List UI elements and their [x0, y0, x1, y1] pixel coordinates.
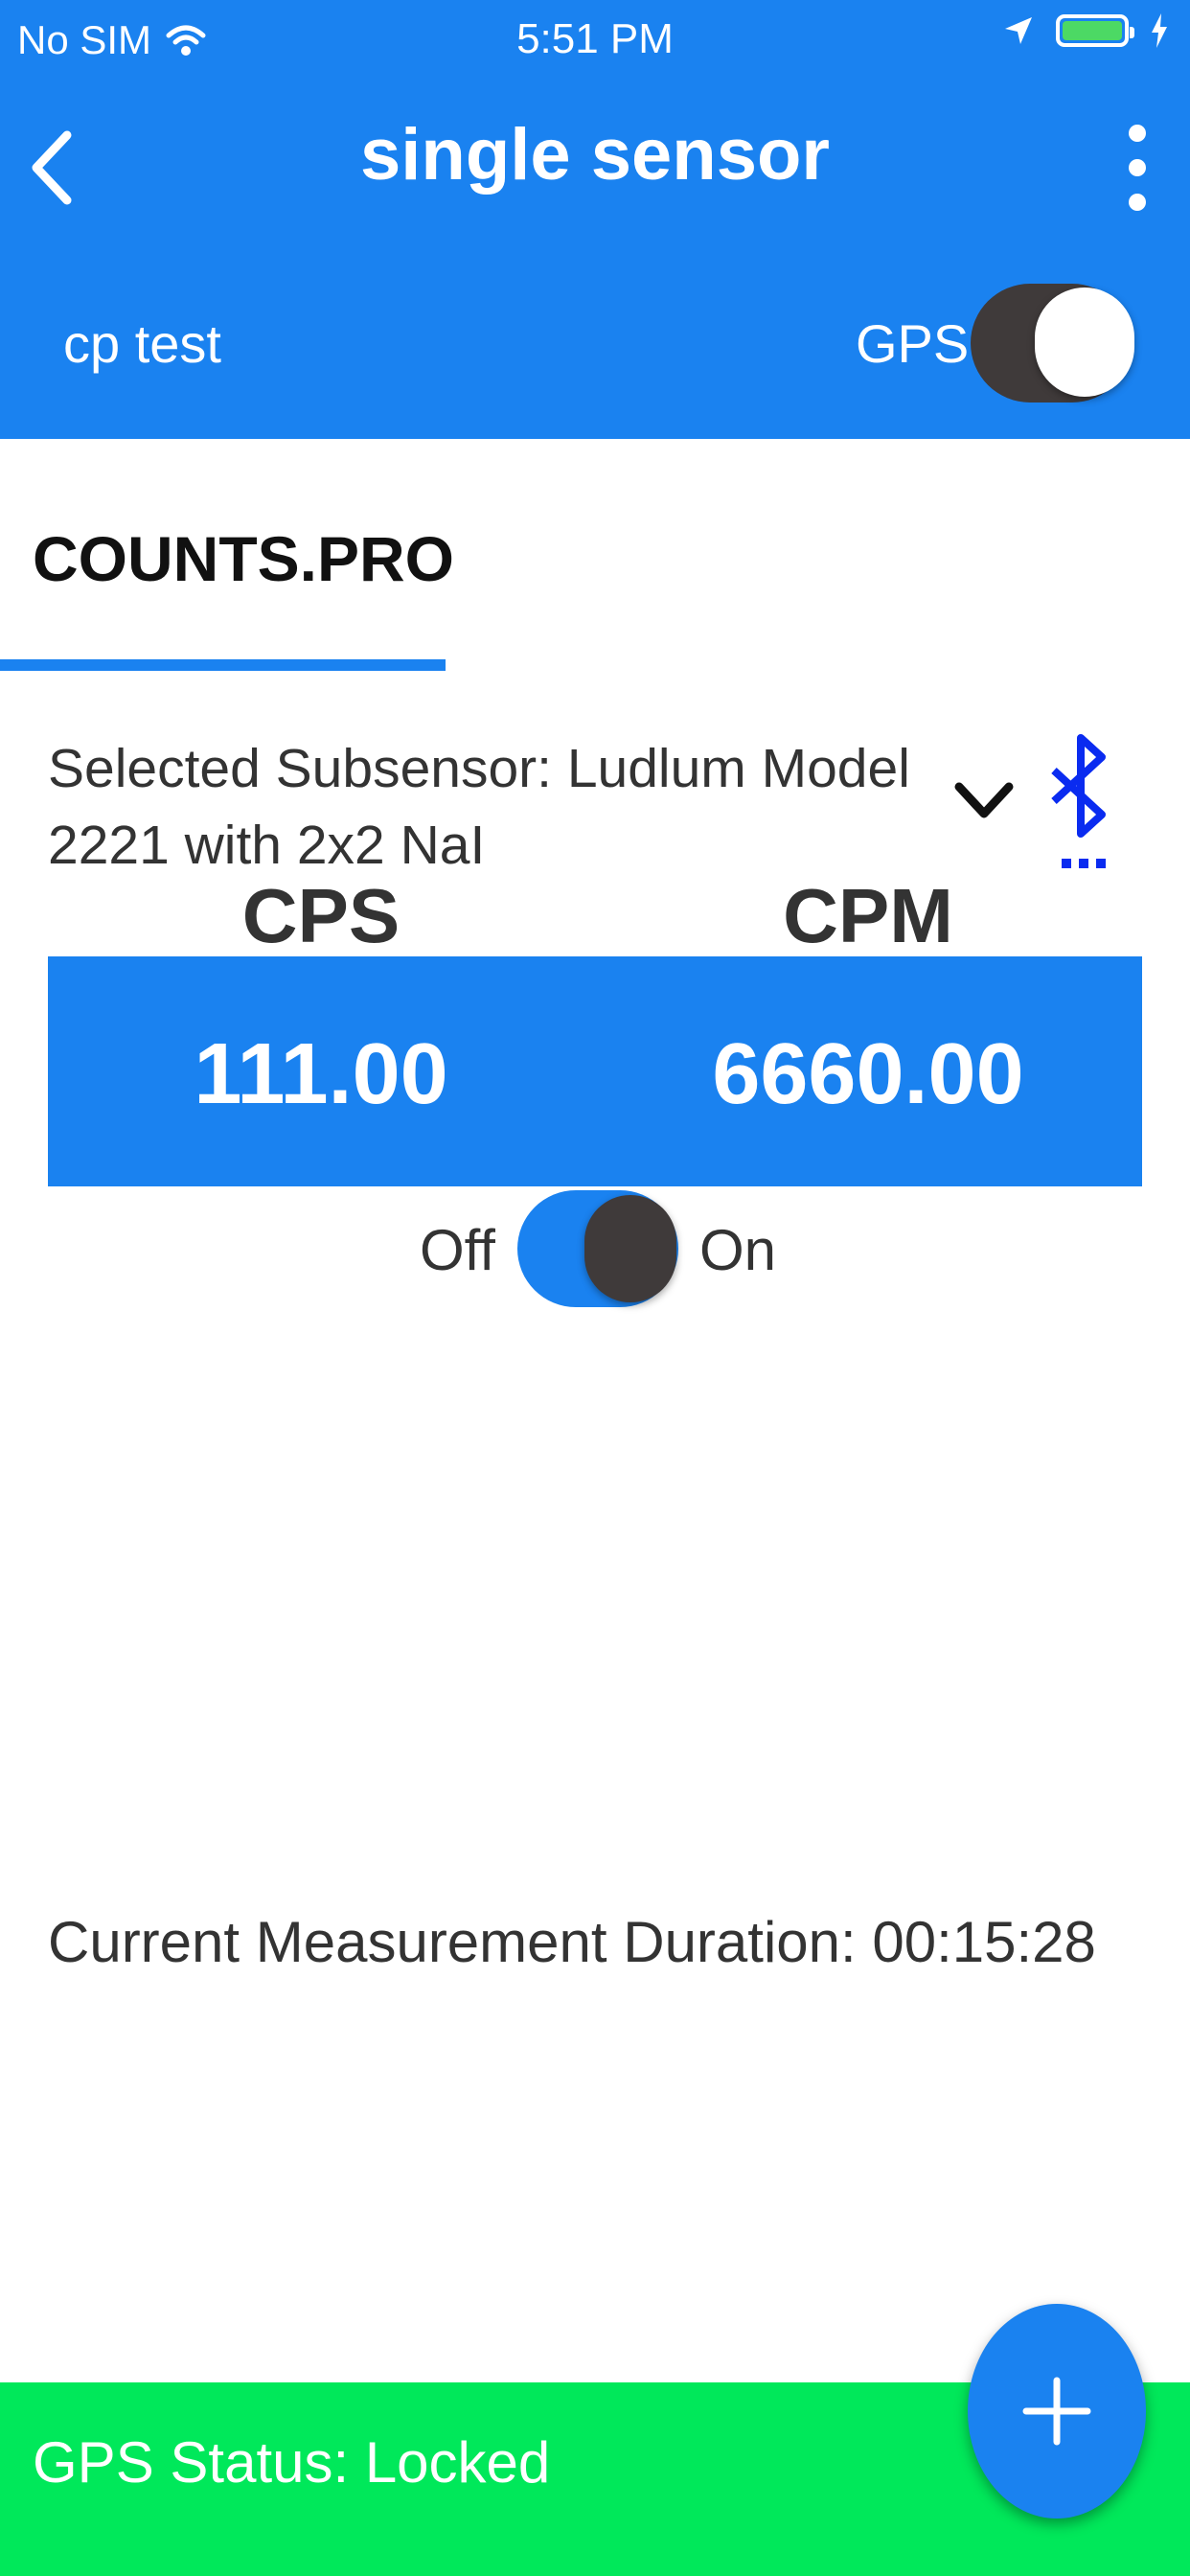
- toggle-on-label: On: [699, 1218, 777, 1282]
- status-right-icons: [1002, 13, 1169, 48]
- gps-toggle-knob[interactable]: [1035, 288, 1134, 397]
- more-vertical-icon: [1129, 125, 1146, 142]
- cpm-value: 6660.00: [712, 1026, 1024, 1122]
- toggle-off-label: Off: [420, 1218, 495, 1282]
- bluetooth-icon[interactable]: [1044, 728, 1121, 872]
- cpm-header: CPM: [783, 873, 953, 958]
- cps-header: CPS: [241, 873, 400, 958]
- measurement-toggle-knob[interactable]: [584, 1195, 676, 1302]
- tab-counts-pro[interactable]: COUNTS.PRO: [33, 522, 454, 595]
- battery-icon: [1056, 14, 1134, 47]
- chevron-down-icon[interactable]: [953, 771, 1015, 829]
- measurement-duration: Current Measurement Duration: 00:15:28: [48, 1910, 1096, 1974]
- cps-value: 111.00: [194, 1026, 448, 1122]
- gps-status-text: GPS Status: Locked: [33, 2430, 551, 2495]
- active-tab-indicator: [0, 659, 446, 671]
- more-options-button[interactable]: [1113, 120, 1161, 216]
- charging-bolt-icon: [1152, 13, 1167, 48]
- add-button[interactable]: [968, 2304, 1146, 2518]
- location-arrow-icon: [1005, 17, 1032, 44]
- selected-subsensor-label: Selected Subsensor: Ludlum Model 2221 wi…: [48, 738, 910, 876]
- page-title: single sensor: [360, 114, 830, 196]
- plus-icon: [1022, 2377, 1091, 2446]
- project-name: cp test: [63, 313, 221, 374]
- gps-toggle-label: GPS: [856, 313, 970, 374]
